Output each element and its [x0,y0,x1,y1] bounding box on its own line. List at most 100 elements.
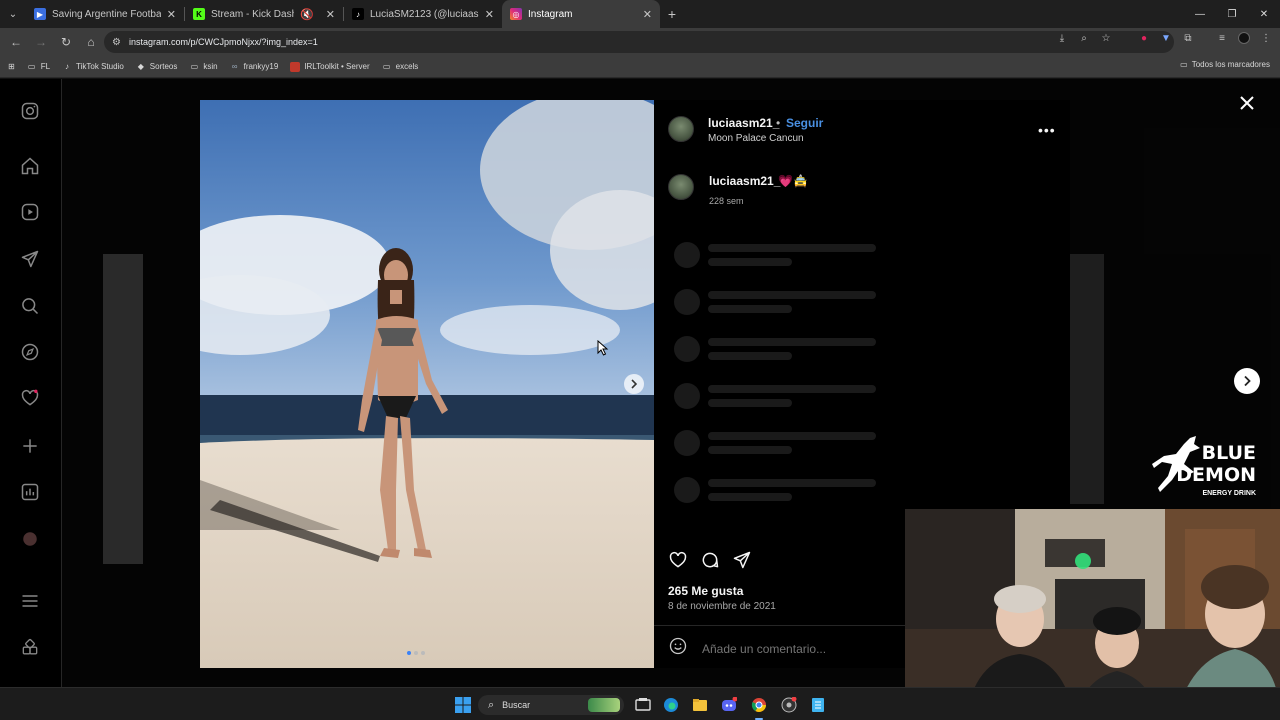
close-tab-icon[interactable]: ✕ [326,8,335,21]
carousel-next-button[interactable] [624,374,644,394]
site-info-icon[interactable]: ⚙ [112,37,121,48]
back-button[interactable]: ← [4,30,28,54]
tiktok-icon: ♪ [65,62,70,71]
obs-icon[interactable] [780,696,798,714]
reading-list-icon[interactable]: ≡ [1214,30,1230,46]
install-app-icon[interactable]: ⤓ [1054,30,1070,46]
tab-youtube[interactable]: ▶ Saving Argentine Football | Pla... ✕ [26,0,184,28]
more-options-icon[interactable]: ••• [1038,122,1056,138]
sponsor-line1: BLUE [1201,442,1256,464]
profile-icon[interactable] [18,527,42,551]
skeleton-line [708,479,876,487]
restore-icon[interactable]: ❐ [1216,0,1248,28]
instagram-logo-icon[interactable] [18,99,42,123]
close-window-icon[interactable]: ✕ [1248,0,1280,28]
post-location[interactable]: Moon Palace Cancun [708,133,804,144]
folder-icon: ▭ [382,62,391,71]
url-text: instagram.com/p/CWCJpmoNjxx/?img_index=1 [128,37,318,47]
diamond-icon: ◆ [137,62,144,71]
like-heart-icon[interactable] [668,550,688,575]
kick-favicon-icon: K [193,8,205,20]
close-tab-icon[interactable]: ✕ [167,8,176,21]
home-icon[interactable] [18,154,42,178]
skeleton-avatar [674,289,700,315]
forward-button[interactable]: → [29,30,53,54]
minimize-icon[interactable]: — [1184,0,1216,28]
skeleton-line [708,399,792,407]
bookmark-frankyy19[interactable]: ∞ frankyy19 [230,62,279,72]
follow-button[interactable]: Seguir [786,116,823,130]
create-plus-icon[interactable] [18,434,42,458]
carousel-dot [414,651,418,655]
comment-input[interactable] [702,641,902,656]
explore-icon[interactable] [18,340,42,364]
comment-bubble-icon[interactable] [700,550,720,575]
app-icon [290,61,301,72]
bookmark-sorteos[interactable]: ◆ Sorteos [136,62,178,72]
tab-title: Saving Argentine Football | Pla... [52,8,161,20]
search-icon[interactable] [18,294,42,318]
notepad-icon[interactable] [809,696,827,714]
close-modal-button[interactable] [1236,92,1258,114]
share-send-icon[interactable] [732,550,752,575]
carousel-dot-active [407,651,411,655]
bookmark-fl[interactable]: ▭ FL [27,62,50,72]
address-bar[interactable]: ⚙ instagram.com/p/CWCJpmoNjxx/?img_index… [104,31,1174,53]
dashboard-icon[interactable] [18,480,42,504]
tab-title: Instagram [528,8,573,20]
discord-icon[interactable] [720,696,738,714]
reels-icon[interactable] [18,200,42,224]
windows-start-icon[interactable] [454,696,472,714]
file-explorer-icon[interactable] [691,696,709,714]
extensions-puzzle-icon[interactable]: ⧉ [1180,30,1196,46]
caption-username[interactable]: luciaasm21_ [709,174,780,188]
bookmark-irltoolkit[interactable]: IRLToolkit • Server [290,61,370,72]
tab-search-button[interactable]: ⌄ [0,0,26,28]
close-tab-icon[interactable]: ✕ [643,8,652,21]
chrome-icon[interactable] [750,696,768,720]
search-icon: ⌕ [488,698,495,711]
toolbar-actions: ⤓ ⌕ ☆ ● ▼ ⧉ ≡ ⋮ [1054,30,1274,46]
all-bookmarks[interactable]: ▭ Todos los marcadores [1180,60,1270,69]
extension-shield-icon[interactable]: ▼ [1158,30,1174,46]
tab-instagram[interactable]: ◎ Instagram ✕ [502,0,660,28]
close-tab-icon[interactable]: ✕ [485,8,494,21]
author-avatar[interactable] [668,116,694,142]
edge-browser-icon[interactable] [662,696,680,714]
skeleton-line [708,291,876,299]
skeleton-avatar [674,242,700,268]
taskbar-search[interactable]: ⌕ Buscar [478,695,624,715]
extension-red-icon[interactable]: ● [1136,30,1152,46]
bookmark-star-icon[interactable]: ☆ [1098,30,1114,46]
likes-count[interactable]: 265 Me gusta [668,584,743,598]
more-menu-icon[interactable] [18,589,42,613]
post-date: 8 de noviembre de 2021 [668,601,776,612]
apps-grid-icon[interactable]: ⊞ [8,62,15,71]
also-from-meta-icon[interactable] [18,636,42,660]
notifications-heart-icon[interactable] [18,386,42,410]
emoji-picker-icon[interactable] [668,636,688,661]
profile-avatar-icon[interactable] [1236,30,1252,46]
author-username[interactable]: luciaasm21_ [708,116,779,130]
browser-menu-icon[interactable]: ⋮ [1258,30,1274,46]
new-tab-button[interactable]: + [660,6,684,22]
skeleton-avatar [674,477,700,503]
bookmark-excels[interactable]: ▭ excels [382,62,418,72]
task-view-icon[interactable] [634,696,652,714]
home-button[interactable]: ⌂ [79,30,103,54]
direct-messages-icon[interactable] [18,247,42,271]
tab-kick[interactable]: K Stream - Kick Dashboard 🔇 ✕ [185,0,343,28]
sponsor-line2: DEMON [1176,464,1256,486]
bookmarks-bar: ⊞ ▭ FL ♪ TikTok Studio ◆ Sorteos ▭ ksin ∞ fra… [0,56,1280,78]
next-post-button[interactable] [1234,368,1260,394]
zoom-icon[interactable]: ⌕ [1076,30,1092,46]
separator-dot: • [776,116,781,130]
mute-tab-icon[interactable]: 🔇 [300,8,314,21]
bookmark-tiktok-studio[interactable]: ♪ TikTok Studio [62,62,124,72]
caption-avatar[interactable] [668,174,694,200]
tab-tiktok[interactable]: ♪ LuciaSM2123 (@luciaas2123) | Ti... ✕ [344,0,502,28]
bookmark-ksin[interactable]: ▭ ksin [189,62,218,72]
reload-button[interactable]: ↻ [54,30,78,54]
